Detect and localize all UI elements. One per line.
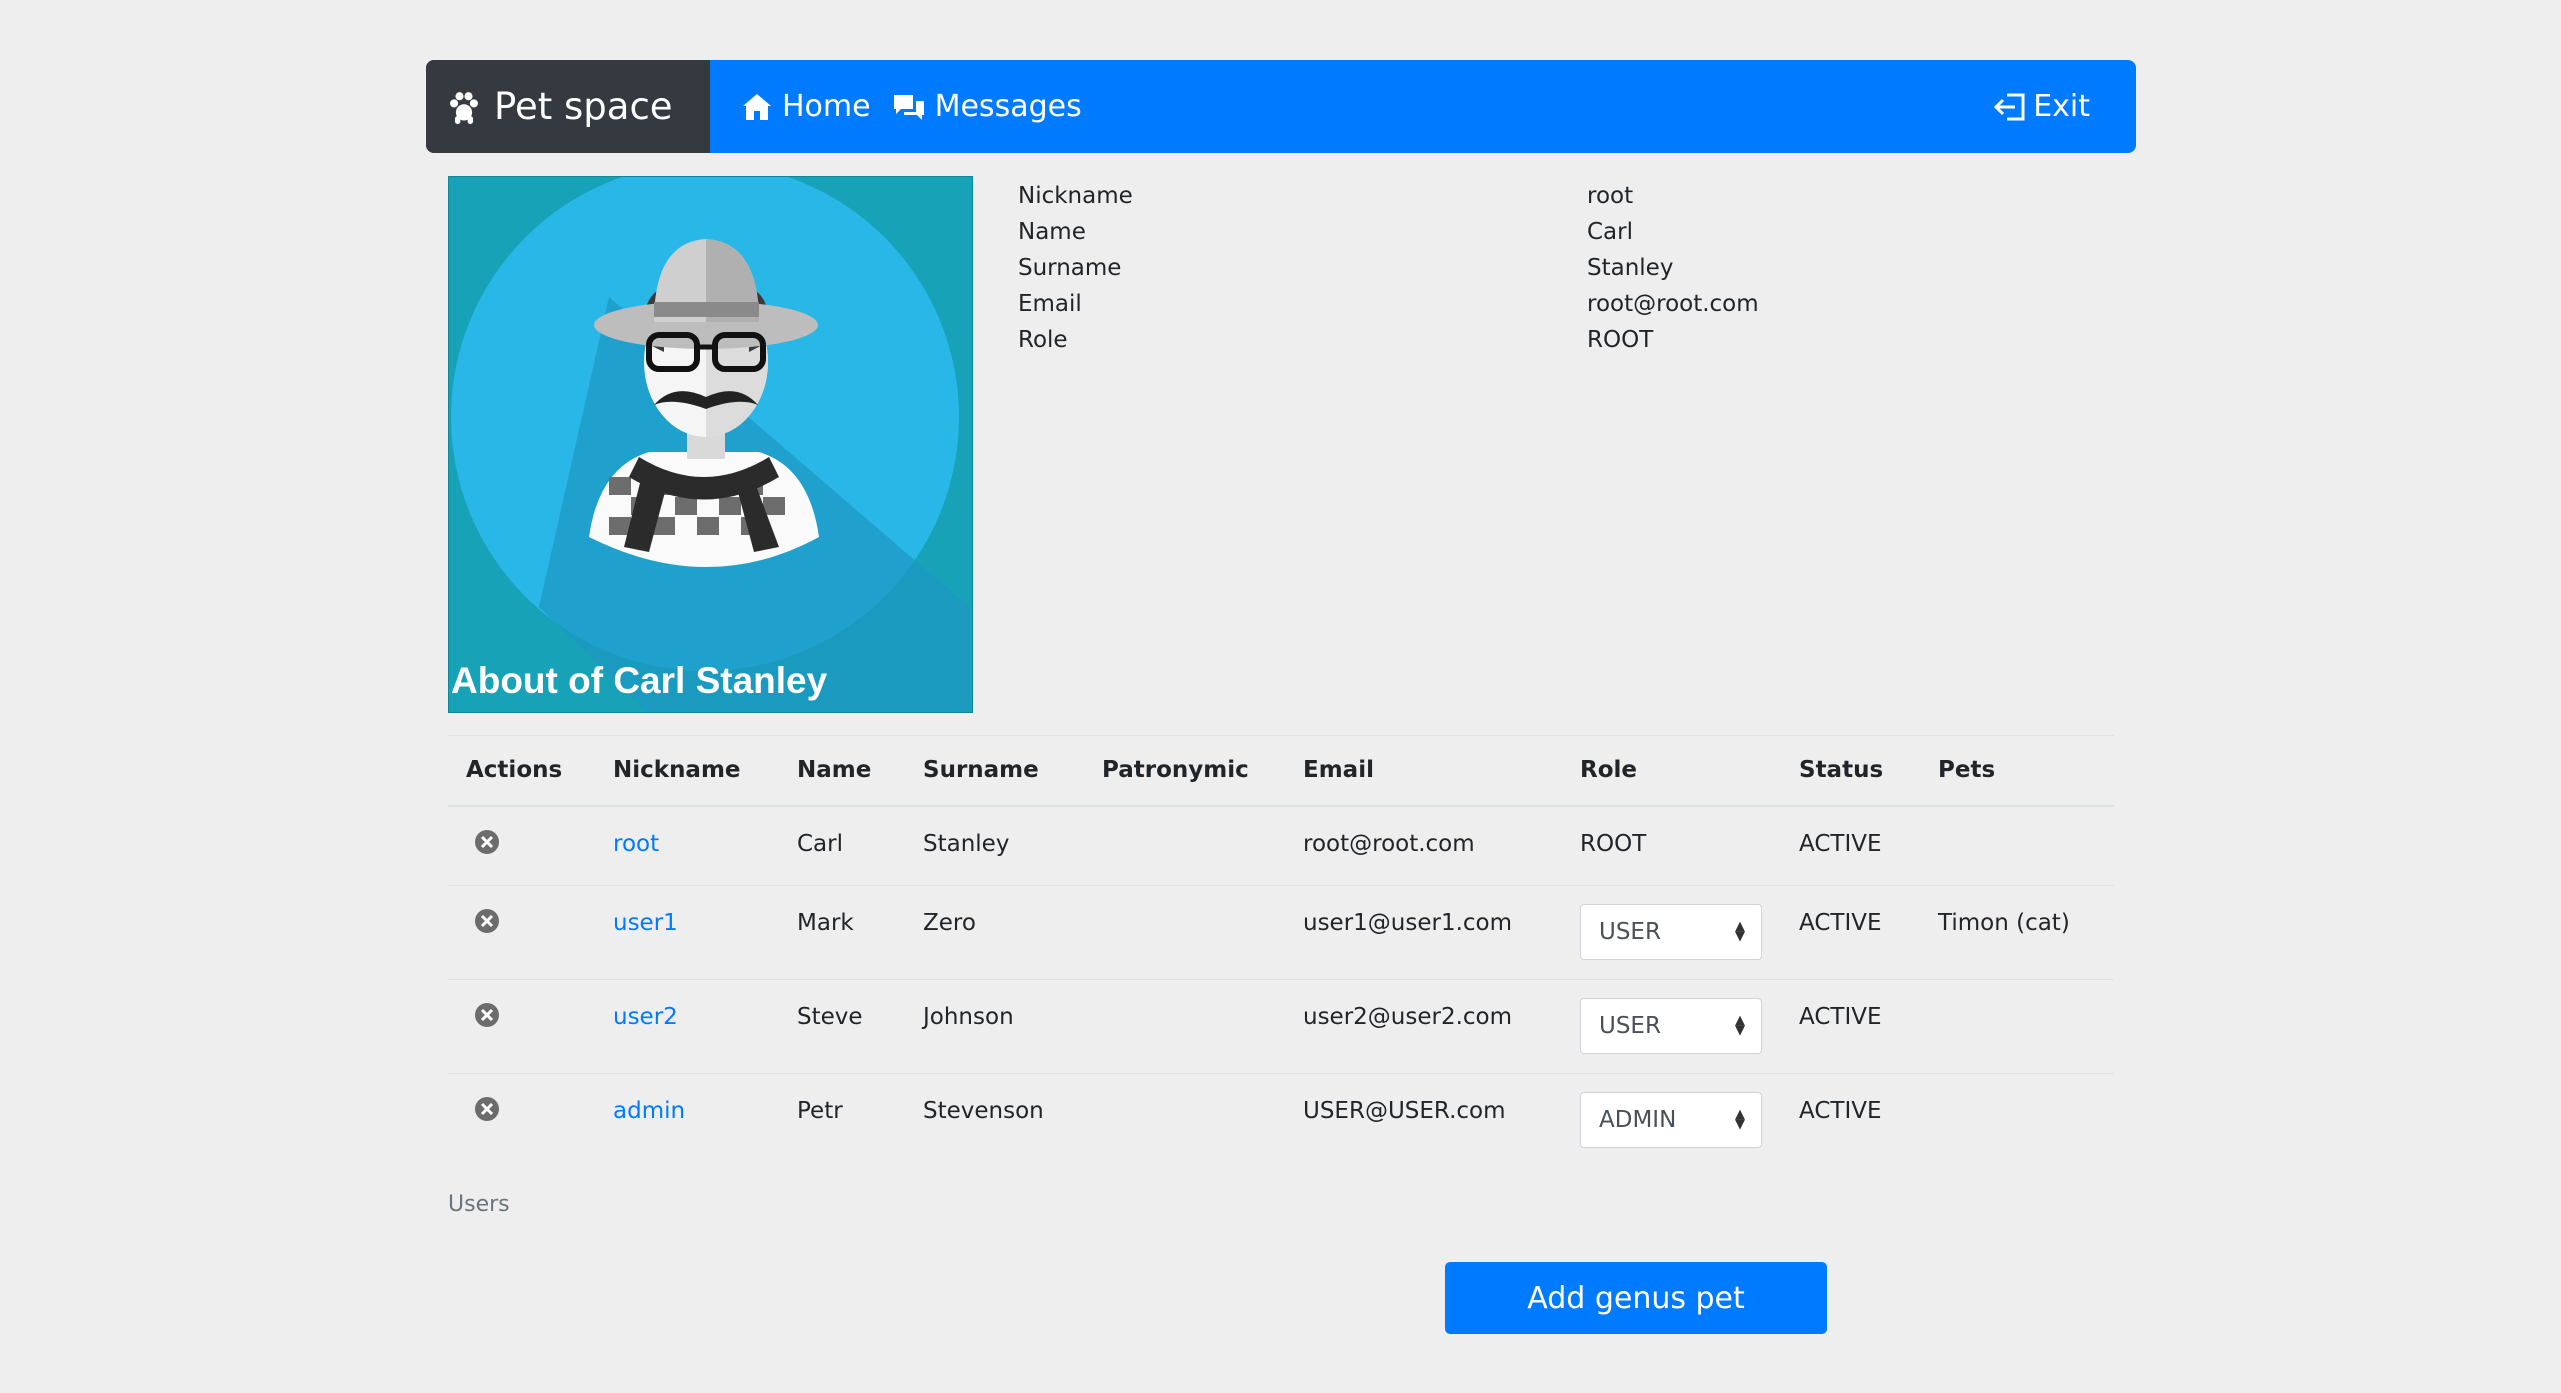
brand[interactable]: Pet space — [426, 60, 710, 153]
cell-pets — [1920, 805, 2114, 886]
role-select-value: USER — [1599, 1013, 1661, 1039]
profile-label: Role — [1018, 327, 1068, 353]
cell-patronymic — [1084, 805, 1285, 886]
table-row: user1 Mark Zero user1@user1.com USER ▲ ▼ … — [448, 885, 2114, 980]
home-label: Home — [782, 89, 871, 124]
select-arrows-icon: ▲ ▼ — [1735, 1013, 1745, 1038]
role-select[interactable]: ADMIN ▲ ▼ — [1580, 1092, 1762, 1148]
nickname-link[interactable]: user2 — [613, 1004, 678, 1030]
profile-row-role: Role ROOT — [1018, 322, 1759, 358]
profile-label: Surname — [1018, 255, 1122, 281]
table-row: user2 Steve Johnson user2@user2.com USER… — [448, 979, 2114, 1074]
cell-status: ACTIVE — [1781, 1073, 1920, 1168]
cell-pets: Timon (cat) — [1920, 885, 2114, 980]
brand-name: Pet space — [494, 85, 673, 128]
table-row: admin Petr Stevenson USER@USER.com ADMIN… — [448, 1073, 2114, 1168]
cell-role: ROOT — [1562, 805, 1781, 886]
nav-messages[interactable]: Messages — [893, 89, 1082, 124]
profile-caption: About of Carl Stanley — [451, 660, 828, 701]
role-select-value: ADMIN — [1599, 1107, 1677, 1133]
cell-pets — [1920, 1073, 2114, 1168]
profile-value: root — [1587, 183, 1634, 209]
remove-icon[interactable] — [474, 1002, 500, 1028]
profile-row-nickname: Nickname root — [1018, 178, 1759, 214]
navbar: Pet space Home Messages Exit — [426, 60, 2136, 153]
cell-email: user1@user1.com — [1285, 885, 1562, 980]
profile-card: About of Carl Stanley — [448, 176, 973, 713]
nickname-link[interactable]: root — [613, 831, 659, 857]
cell-email: USER@USER.com — [1285, 1073, 1562, 1168]
header-actions: Actions — [448, 735, 595, 807]
remove-icon[interactable] — [474, 1096, 500, 1122]
paw-icon — [450, 91, 478, 124]
profile-value: ROOT — [1587, 327, 1654, 353]
users-table: Actions Nickname Name Surname Patronymic… — [448, 735, 2114, 1168]
nickname-link[interactable]: admin — [613, 1098, 685, 1124]
remove-icon[interactable] — [474, 829, 500, 855]
cell-email: user2@user2.com — [1285, 979, 1562, 1074]
header-pets[interactable]: Pets — [1920, 735, 2114, 807]
role-select-value: USER — [1599, 919, 1661, 945]
profile-value: Carl — [1587, 219, 1633, 245]
exit-button[interactable]: Exit — [1993, 60, 2090, 153]
header-role[interactable]: Role — [1562, 735, 1781, 807]
messages-icon — [893, 94, 924, 120]
cell-patronymic — [1084, 979, 1285, 1074]
header-email[interactable]: Email — [1285, 735, 1562, 807]
cell-surname: Stanley — [905, 805, 1084, 886]
cell-name: Petr — [779, 1073, 905, 1168]
cell-surname: Zero — [905, 885, 1084, 980]
home-icon — [743, 93, 771, 120]
header-name[interactable]: Name — [779, 735, 905, 807]
profile-row-email: Email root@root.com — [1018, 286, 1759, 322]
profile-label: Email — [1018, 291, 1082, 317]
profile-label: Nickname — [1018, 183, 1133, 209]
profile-row-name: Name Carl — [1018, 214, 1759, 250]
exit-label: Exit — [2033, 89, 2090, 124]
cell-patronymic — [1084, 1073, 1285, 1168]
select-arrows-icon: ▲ ▼ — [1735, 919, 1745, 944]
cell-status: ACTIVE — [1781, 979, 1920, 1074]
nickname-link[interactable]: user1 — [613, 910, 678, 936]
cell-email: root@root.com — [1285, 805, 1562, 886]
messages-label: Messages — [934, 89, 1082, 124]
table-caption: Users — [448, 1192, 510, 1217]
cell-surname: Stevenson — [905, 1073, 1084, 1168]
profile-details: Nickname root Name Carl Surname Stanley … — [1018, 178, 1759, 358]
cell-name: Steve — [779, 979, 905, 1074]
profile-value: Stanley — [1587, 255, 1674, 281]
profile-value: root@root.com — [1587, 291, 1759, 317]
header-surname[interactable]: Surname — [905, 735, 1084, 807]
exit-icon — [1994, 93, 2025, 120]
nav-home[interactable]: Home — [742, 89, 871, 124]
header-patronymic[interactable]: Patronymic — [1084, 735, 1285, 807]
profile-label: Name — [1018, 219, 1086, 245]
table-row: root Carl Stanley root@root.com ROOT ACT… — [448, 805, 2114, 886]
cell-status: ACTIVE — [1781, 805, 1920, 886]
cell-status: ACTIVE — [1781, 885, 1920, 980]
header-status[interactable]: Status — [1781, 735, 1920, 807]
cell-surname: Johnson — [905, 979, 1084, 1074]
header-nickname[interactable]: Nickname — [595, 735, 779, 807]
select-arrows-icon: ▲ ▼ — [1735, 1107, 1745, 1132]
cell-name: Mark — [779, 885, 905, 980]
add-genus-pet-button[interactable]: Add genus pet — [1445, 1262, 1827, 1334]
avatar-image — [451, 177, 969, 712]
profile-row-surname: Surname Stanley — [1018, 250, 1759, 286]
cell-name: Carl — [779, 805, 905, 886]
remove-icon[interactable] — [474, 908, 500, 934]
table-header-row: Actions Nickname Name Surname Patronymic… — [448, 735, 2114, 807]
cell-patronymic — [1084, 885, 1285, 980]
role-select[interactable]: USER ▲ ▼ — [1580, 904, 1762, 960]
role-select[interactable]: USER ▲ ▼ — [1580, 998, 1762, 1054]
cell-pets — [1920, 979, 2114, 1074]
